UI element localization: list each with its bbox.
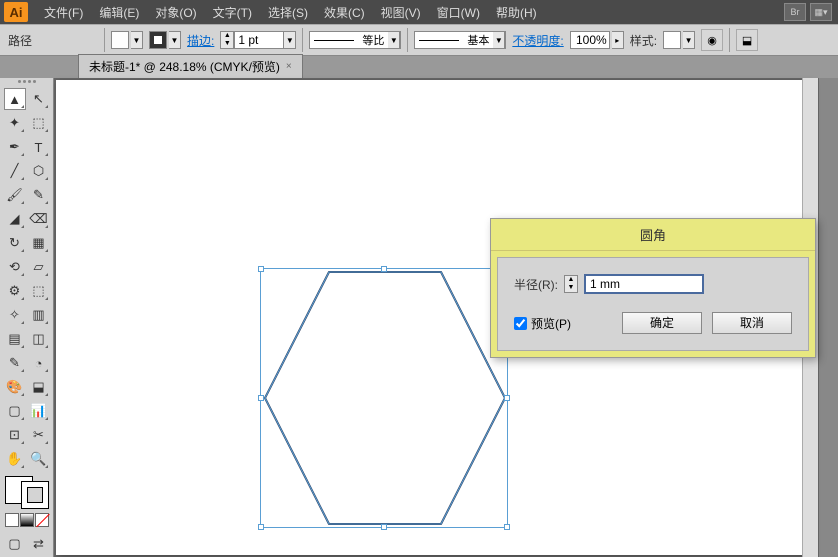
radius-input[interactable]: 1 mm (584, 274, 704, 294)
tool-0-0[interactable]: ▲ (4, 88, 26, 110)
tool-9-1[interactable]: ▥ (28, 304, 50, 326)
tool-1-0[interactable]: ✦ (4, 112, 26, 134)
tool-8-1[interactable]: ⬚ (28, 280, 50, 302)
align-icon[interactable]: ⬓ (736, 29, 758, 51)
tool-11-0[interactable]: ✎ (4, 352, 26, 374)
stroke-weight[interactable]: ▲▼ 1 pt ▼ (220, 31, 296, 49)
tool-13-0[interactable]: ▢ (4, 400, 26, 422)
handle-bc[interactable] (381, 524, 387, 530)
screen-mode[interactable]: ▢ (4, 533, 26, 555)
opacity-link[interactable]: 不透明度: (512, 32, 563, 49)
opacity-field[interactable]: 100%▸ (570, 31, 624, 49)
handle-br[interactable] (504, 524, 510, 530)
tool-2-0[interactable]: ✒ (4, 136, 26, 158)
tool-3-0[interactable]: ╱ (4, 160, 26, 182)
cancel-button[interactable]: 取消 (712, 312, 792, 334)
tool-6-1[interactable]: ▦ (28, 232, 50, 254)
tool-13-1[interactable]: 📊 (28, 400, 50, 422)
tool-9-0[interactable]: ✧ (4, 304, 26, 326)
fill-stroke-control[interactable] (5, 476, 49, 509)
menu-bar: Ai 文件(F) 编辑(E) 对象(O) 文字(T) 选择(S) 效果(C) 视… (0, 0, 838, 24)
tool-14-0[interactable]: ⊡ (4, 424, 26, 446)
screen-mode-dd[interactable]: ⇄ (28, 533, 50, 555)
stroke-swatch[interactable]: ▼ (149, 31, 181, 49)
tool-2-1[interactable]: T (28, 136, 50, 158)
panel-dock[interactable] (818, 78, 838, 557)
handle-ml[interactable] (258, 395, 264, 401)
tool-6-0[interactable]: ↻ (4, 232, 26, 254)
color-mode-row (5, 513, 49, 527)
menu-edit[interactable]: 编辑(E) (91, 1, 147, 24)
tool-15-0[interactable]: ✋ (4, 448, 26, 470)
menu-type[interactable]: 文字(T) (205, 1, 260, 24)
menu-select[interactable]: 选择(S) (260, 1, 316, 24)
tool-1-1[interactable]: ⬚ (28, 112, 50, 134)
tool-5-0[interactable]: ◢ (4, 208, 26, 230)
handle-mr[interactable] (504, 395, 510, 401)
tool-7-0[interactable]: ⟲ (4, 256, 26, 278)
tool-3-1[interactable]: ⬡ (28, 160, 50, 182)
preview-checkbox[interactable]: 预览(P) (514, 315, 571, 332)
menu-file[interactable]: 文件(F) (36, 1, 91, 24)
radius-spinner[interactable]: ▲▼ (564, 275, 578, 293)
tool-14-1[interactable]: ✂ (28, 424, 50, 446)
control-bar: 路径 ▼ ▼ 描边: ▲▼ 1 pt ▼ 等比▼ 基本▼ 不透明度: 100%▸… (0, 24, 838, 56)
close-icon[interactable]: × (286, 61, 292, 72)
handle-bl[interactable] (258, 524, 264, 530)
tab-title: 未标题-1* @ 248.18% (CMYK/预览) (89, 58, 280, 75)
tool-4-1[interactable]: ✎ (28, 184, 50, 206)
graphic-style[interactable]: ▼ (663, 31, 695, 49)
tool-5-1[interactable]: ⌫ (28, 208, 50, 230)
document-tab[interactable]: 未标题-1* @ 248.18% (CMYK/预览) × (78, 54, 303, 78)
round-corners-dialog: 圆角 半径(R): ▲▼ 1 mm 预览(P) 确定 取消 (490, 218, 816, 358)
brush-definition[interactable]: 基本▼ (414, 31, 506, 49)
preview-check-input[interactable] (514, 317, 527, 330)
handle-tc[interactable] (381, 266, 387, 272)
menu-object[interactable]: 对象(O) (147, 1, 204, 24)
app-logo: Ai (4, 2, 28, 22)
none-swatch[interactable] (35, 513, 49, 527)
workspace-button[interactable]: ▦▾ (810, 3, 832, 21)
tool-12-1[interactable]: ⬓ (28, 376, 50, 398)
menu-help[interactable]: 帮助(H) (488, 1, 545, 24)
menu-view[interactable]: 视图(V) (373, 1, 429, 24)
tool-7-1[interactable]: ▱ (28, 256, 50, 278)
menu-window[interactable]: 窗口(W) (429, 1, 488, 24)
ok-button[interactable]: 确定 (622, 312, 702, 334)
menu-effect[interactable]: 效果(C) (316, 1, 373, 24)
recolor-icon[interactable]: ◉ (701, 29, 723, 51)
tool-4-0[interactable]: 🖌 (4, 184, 26, 206)
variable-width-profile[interactable]: 等比▼ (309, 31, 401, 49)
tool-11-1[interactable]: ◔ (28, 352, 50, 374)
fill-swatch[interactable]: ▼ (111, 31, 143, 49)
style-label: 样式: (630, 32, 657, 49)
handle-tl[interactable] (258, 266, 264, 272)
selection-type: 路径 (8, 32, 32, 49)
tool-10-1[interactable]: ◫ (28, 328, 50, 350)
tool-12-0[interactable]: 🎨 (4, 376, 26, 398)
panel-grip[interactable] (7, 80, 47, 86)
tool-15-1[interactable]: 🔍 (28, 448, 50, 470)
stroke-link[interactable]: 描边: (187, 32, 214, 49)
document-tabs: 未标题-1* @ 248.18% (CMYK/预览) × (0, 56, 838, 78)
radius-label: 半径(R): (514, 276, 558, 293)
bridge-button[interactable]: Br (784, 3, 806, 21)
dialog-title: 圆角 (491, 219, 815, 251)
selection-bounds (260, 268, 508, 528)
preview-label: 预览(P) (531, 315, 571, 332)
tool-0-1[interactable]: ↖ (28, 88, 50, 110)
tool-8-0[interactable]: ⚙ (4, 280, 26, 302)
tool-10-0[interactable]: ▤ (4, 328, 26, 350)
color-swatch[interactable] (5, 513, 19, 527)
tools-panel: ▲↖✦⬚✒T╱⬡🖌✎◢⌫↻▦⟲▱⚙⬚✧▥▤◫✎◔🎨⬓▢📊⊡✂✋🔍 ▢ ⇄ (0, 78, 54, 557)
gradient-swatch[interactable] (20, 513, 34, 527)
stroke-box[interactable] (21, 481, 49, 509)
